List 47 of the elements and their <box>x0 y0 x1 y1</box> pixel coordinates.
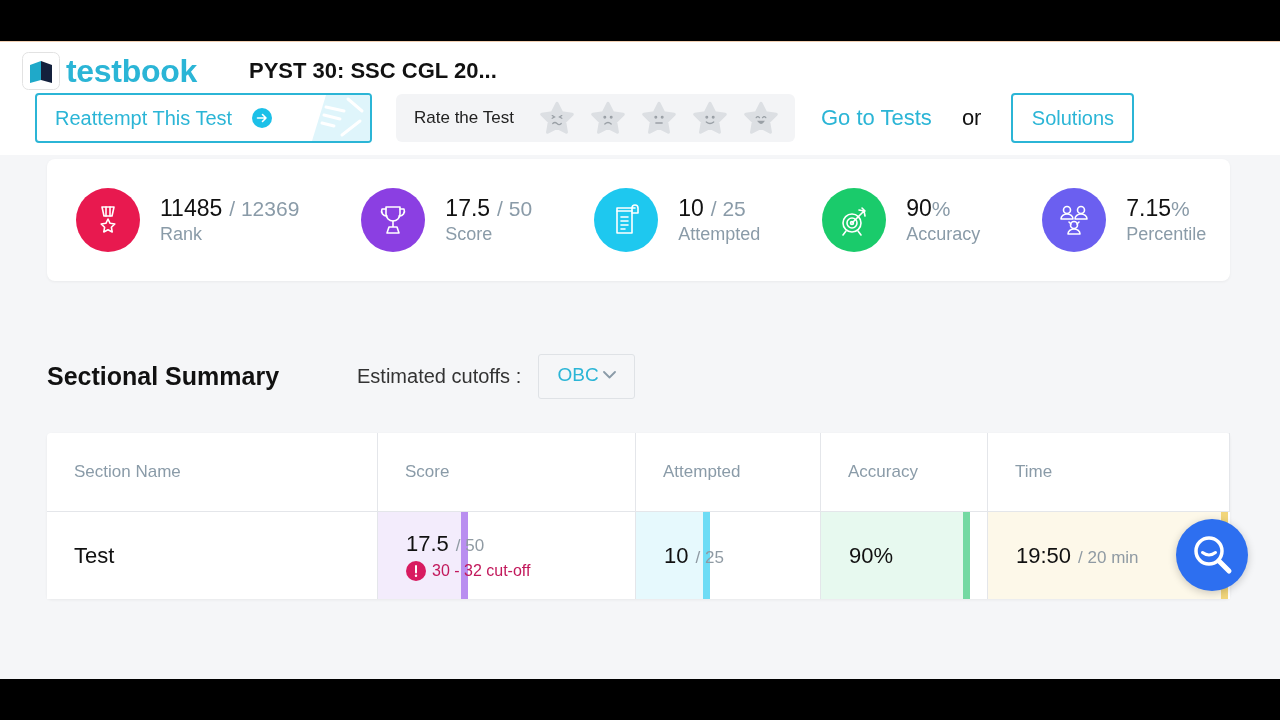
star-face-icon[interactable] <box>590 101 625 135</box>
logo-text: testbook <box>66 55 197 87</box>
stat-value: 11485 <box>160 195 223 222</box>
cell-value: 17.5 <box>406 530 449 557</box>
go-to-tests-link[interactable]: Go to Tests <box>821 105 932 131</box>
star-face-icon[interactable] <box>641 101 676 135</box>
alert-icon <box>406 560 426 581</box>
cutoff-text: 30 - 32 cut-off <box>432 561 531 580</box>
stat-label: Percentile <box>1126 224 1207 245</box>
stat-total: / 50 <box>497 197 533 221</box>
stat-value: 90 <box>906 195 932 222</box>
stat-unit: % <box>1171 197 1190 221</box>
search-icon <box>1191 534 1233 576</box>
stat-label: Attempted <box>678 224 761 245</box>
star-face-icon[interactable] <box>743 101 778 135</box>
reattempt-button[interactable]: Reattempt This Test <box>35 93 372 143</box>
stat-label: Rank <box>160 224 204 245</box>
star-face-icon[interactable] <box>692 101 727 135</box>
stat-value: 17.5 <box>445 195 491 222</box>
cell-value: 19:50 <box>1016 542 1072 569</box>
column-header: Accuracy <box>848 462 918 482</box>
stat-value: 7.15 <box>1126 195 1171 222</box>
column-header: Time <box>1015 462 1053 482</box>
solutions-button[interactable]: Solutions <box>1011 93 1135 143</box>
stat-total: / 25 <box>710 197 746 221</box>
cell-value: 10 <box>664 542 689 569</box>
cell-total: / 20 min <box>1078 547 1139 568</box>
test-title: PYST 30: SSC CGL 20... <box>248 58 497 84</box>
logo-icon <box>22 52 60 90</box>
column-header: Attempted <box>663 462 741 482</box>
stat-total: / 12369 <box>229 197 300 221</box>
column-header: Score <box>405 462 450 482</box>
stat-label: Accuracy <box>906 224 981 245</box>
star-face-icon[interactable] <box>539 101 574 135</box>
column-header: Section Name <box>74 462 181 482</box>
section-name: Test <box>74 542 116 569</box>
or-text: or <box>961 105 982 131</box>
chevron-down-icon <box>602 370 616 379</box>
stat-label: Score <box>445 224 494 245</box>
rate-label: Rate the Test <box>414 108 514 128</box>
category-dropdown[interactable]: OBC <box>538 354 636 399</box>
stat-value: 10 <box>678 195 704 222</box>
cell-value: 90% <box>849 542 894 569</box>
section-title: Sectional Summary <box>47 362 280 391</box>
cutoff-label: Estimated cutoffs : <box>357 365 522 388</box>
stat-unit: % <box>931 197 951 221</box>
arrow-right-icon <box>252 108 273 128</box>
